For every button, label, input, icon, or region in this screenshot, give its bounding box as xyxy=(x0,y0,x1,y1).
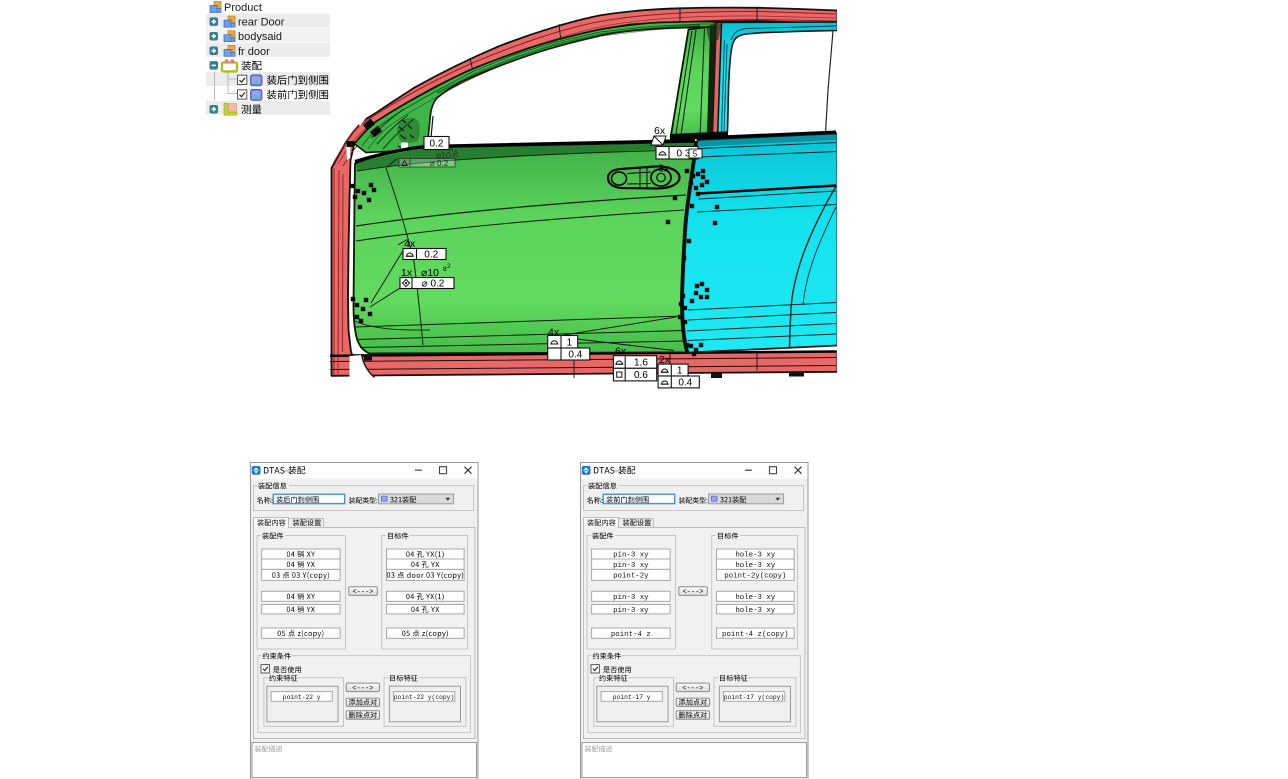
svg-text:<--->: <---> xyxy=(352,685,373,693)
svg-text:<--->: <---> xyxy=(682,685,703,693)
svg-text:point-4 z(copy): point-4 z(copy) xyxy=(722,631,789,639)
svg-text:bodysaid: bodysaid xyxy=(238,31,282,43)
svg-text:pin-3 xy: pin-3 xy xyxy=(613,552,649,560)
svg-text:point-22 y: point-22 y xyxy=(283,694,321,701)
svg-text:1: 1 xyxy=(677,366,683,377)
svg-text:pin-3 xy: pin-3 xy xyxy=(613,607,649,615)
svg-text:hole-3 xy: hole-3 xy xyxy=(735,552,775,560)
svg-text:point-22 y(copy): point-22 y(copy) xyxy=(394,694,454,701)
svg-text:<--->: <---> xyxy=(682,589,703,597)
svg-text:point-4 z: point-4 z xyxy=(611,631,651,639)
svg-text:0.2: 0.2 xyxy=(424,250,438,261)
svg-text:hole-3 xy: hole-3 xy xyxy=(735,607,775,615)
svg-text:0.4: 0.4 xyxy=(678,378,692,389)
svg-text:point-2y(copy): point-2y(copy) xyxy=(724,573,786,581)
svg-text:point-17 y(copy): point-17 y(copy) xyxy=(724,694,784,701)
svg-text:3x: 3x xyxy=(658,163,670,175)
svg-text:⌀ 0.2: ⌀ 0.2 xyxy=(430,159,449,168)
svg-text:point-17 y: point-17 y xyxy=(613,694,651,701)
svg-text:point-2y: point-2y xyxy=(613,573,649,581)
svg-text:<--->: <---> xyxy=(352,589,373,597)
svg-text:Product: Product xyxy=(224,2,262,14)
svg-text:6x: 6x xyxy=(654,125,666,137)
svg-text:⌀ 0.2: ⌀ 0.2 xyxy=(422,279,445,290)
svg-text:2: 2 xyxy=(447,263,451,270)
svg-text:fr door: fr door xyxy=(238,46,270,58)
svg-text:0.2: 0.2 xyxy=(430,139,444,150)
svg-text:1.6: 1.6 xyxy=(634,358,648,369)
svg-text:1: 1 xyxy=(567,337,573,348)
svg-text:hole-3 xy: hole-3 xy xyxy=(735,562,775,570)
svg-text:0.6: 0.6 xyxy=(634,370,648,381)
svg-text:rear Door: rear Door xyxy=(238,17,285,29)
svg-text:0.4: 0.4 xyxy=(568,350,582,361)
svg-text:5: 5 xyxy=(693,150,698,159)
svg-text:hole-3 xy: hole-3 xy xyxy=(735,594,775,602)
svg-text:pin-3 xy: pin-3 xy xyxy=(613,594,649,602)
svg-text:pin-3 xy: pin-3 xy xyxy=(613,562,649,570)
